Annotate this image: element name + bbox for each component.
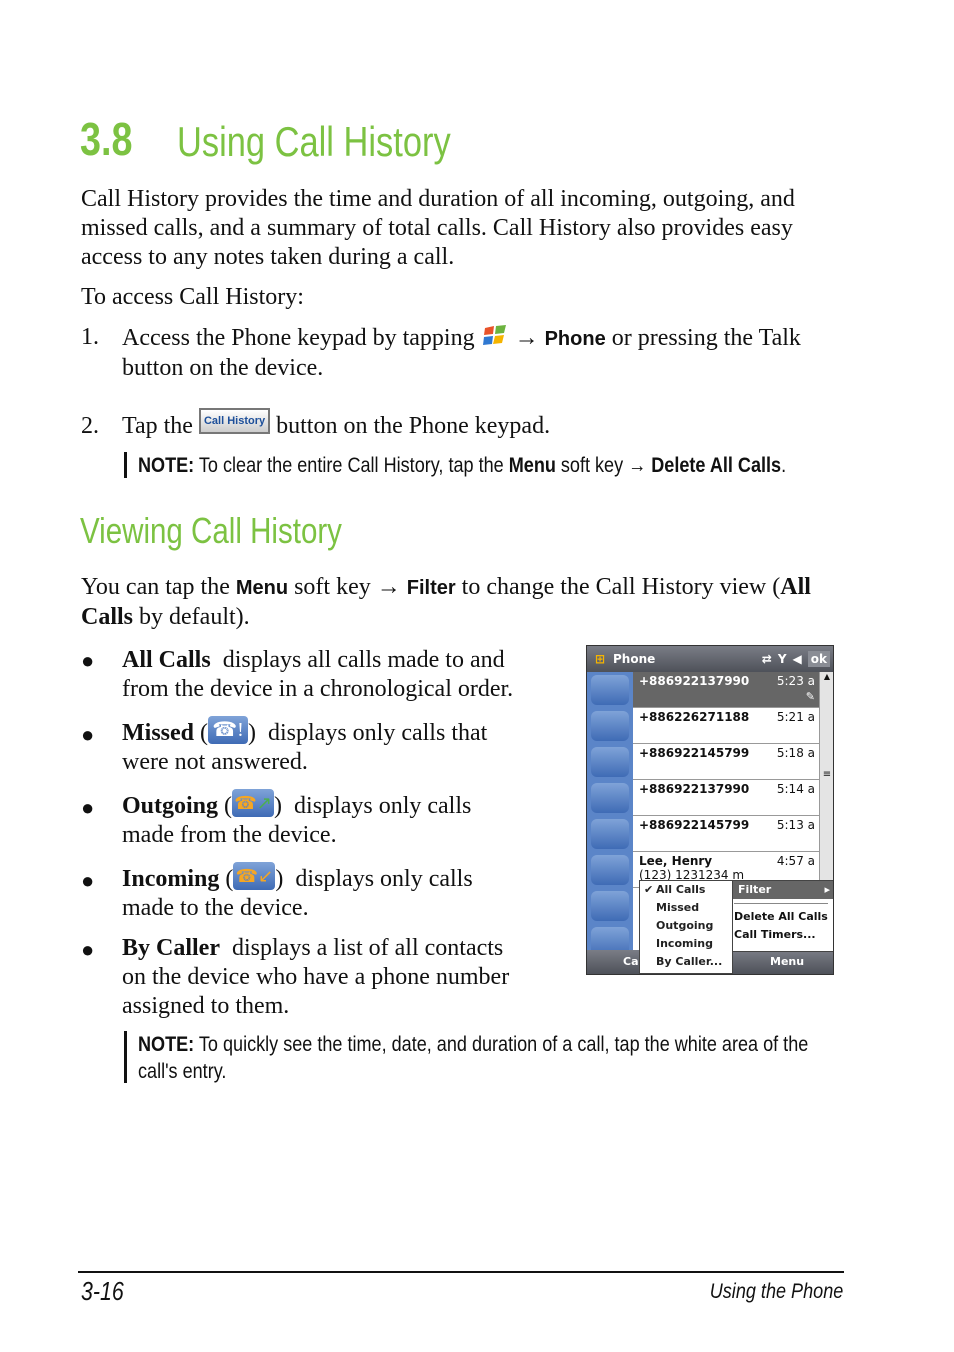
incoming-call-icon [591, 819, 629, 849]
call-row[interactable]: +886922145799 5:13 a [587, 816, 819, 852]
bullet-missed: Missed (☎!) displays only calls that were… [122, 716, 562, 777]
submenu-by-caller[interactable]: By Caller... [640, 953, 732, 971]
note-icon[interactable]: ✎ [806, 690, 815, 703]
windows-start-icon[interactable]: ⊞ [587, 652, 613, 666]
bullet-incoming: Incoming (☎↙) displays only calls made to… [122, 862, 562, 923]
popup-menu: Filter ▸ Delete All Calls Call Timers... [727, 880, 833, 952]
phone-title: Phone [613, 652, 656, 666]
step-number: 1. [81, 324, 99, 350]
windows-start-icon[interactable] [481, 324, 509, 348]
step-number: 2. [81, 413, 99, 439]
volume-icon[interactable]: ◀ [793, 652, 802, 666]
access-label: To access Call History: [81, 284, 304, 310]
menu-item-delete-all-calls[interactable]: Delete All Calls [728, 908, 833, 926]
call-history-button[interactable]: Call History [198, 408, 271, 435]
bullet-dot: ● [81, 868, 95, 893]
incoming-call-icon [591, 783, 629, 813]
submenu-missed[interactable]: Missed [640, 899, 732, 917]
check-icon: ✔ [644, 883, 654, 896]
call-row[interactable]: +886922137990 5:14 a [587, 780, 819, 816]
incoming-call-icon [591, 747, 629, 777]
outgoing-call-icon: ☎↗ [232, 789, 275, 818]
note-entry-details: NOTE: To quickly see the time, date, and… [124, 1031, 858, 1083]
menu-item-call-timers[interactable]: Call Timers... [728, 926, 833, 944]
outgoing-call-icon [591, 711, 629, 741]
page-number: 3-16 [81, 1276, 124, 1306]
menu-softkey[interactable]: Menu [770, 955, 804, 968]
call-row[interactable]: +886922145799 5:18 a [587, 744, 819, 780]
signal-icon[interactable]: Y [778, 652, 787, 666]
section-number: 3.8 [80, 113, 133, 165]
phone-screenshot: ⊞ Phone ⇄ Y ◀ ok ▲ ≡ +886922137990 5:23 a… [586, 645, 834, 975]
step-2: Tap the Call History button on the Phone… [122, 408, 550, 441]
menu-item-filter[interactable]: Filter ▸ [728, 881, 833, 899]
bullet-outgoing: Outgoing (☎↗) displays only calls made fr… [122, 789, 562, 850]
submenu-incoming[interactable]: Incoming [640, 935, 732, 953]
submenu-all-calls[interactable]: ✔ All Calls [640, 881, 732, 899]
scroll-up-icon[interactable]: ▲ [820, 672, 833, 681]
call-row[interactable]: +886226271188 5:21 a [587, 708, 819, 744]
outgoing-call-icon [591, 891, 629, 921]
bullet-dot: ● [81, 937, 95, 962]
submenu-outgoing[interactable]: Outgoing [640, 917, 732, 935]
note-clear-history: NOTE: To clear the entire Call History, … [124, 452, 948, 478]
page-title: Using Call History [177, 118, 451, 165]
incoming-call-icon: ☎↙ [233, 862, 276, 891]
outgoing-call-icon [591, 855, 629, 885]
footer-rule [78, 1271, 844, 1273]
bullet-dot: ● [81, 722, 95, 747]
footer-section: Using the Phone [709, 1280, 843, 1303]
intro-paragraph: Call History provides the time and durat… [81, 186, 795, 270]
bullet-all-calls: All Calls displays all calls made to and… [122, 647, 514, 702]
view-paragraph: You can tap the Menu soft key → Filter t… [81, 573, 811, 630]
missed-call-icon: ☎! [208, 716, 248, 745]
bullet-dot: ● [81, 648, 95, 673]
call-row[interactable]: +886922137990 5:23 a ✎ [587, 672, 819, 708]
scroll-thumb[interactable]: ≡ [820, 769, 833, 780]
bullet-dot: ● [81, 795, 95, 820]
filter-submenu: ✔ All Calls Missed Outgoing Incoming By C… [639, 880, 733, 974]
bullet-by-caller: By Caller displays a list of all contact… [122, 935, 510, 1019]
subheading: Viewing Call History [80, 510, 342, 551]
incoming-call-icon [591, 675, 629, 705]
manual-page: 3.8 Using Call History Call History prov… [0, 0, 954, 1352]
step-1: Access the Phone keypad by tapping → Pho… [122, 324, 801, 381]
ok-button[interactable]: ok [807, 651, 830, 667]
phone-title-bar: ⊞ Phone ⇄ Y ◀ ok [587, 646, 833, 672]
connectivity-icon[interactable]: ⇄ [762, 652, 772, 666]
